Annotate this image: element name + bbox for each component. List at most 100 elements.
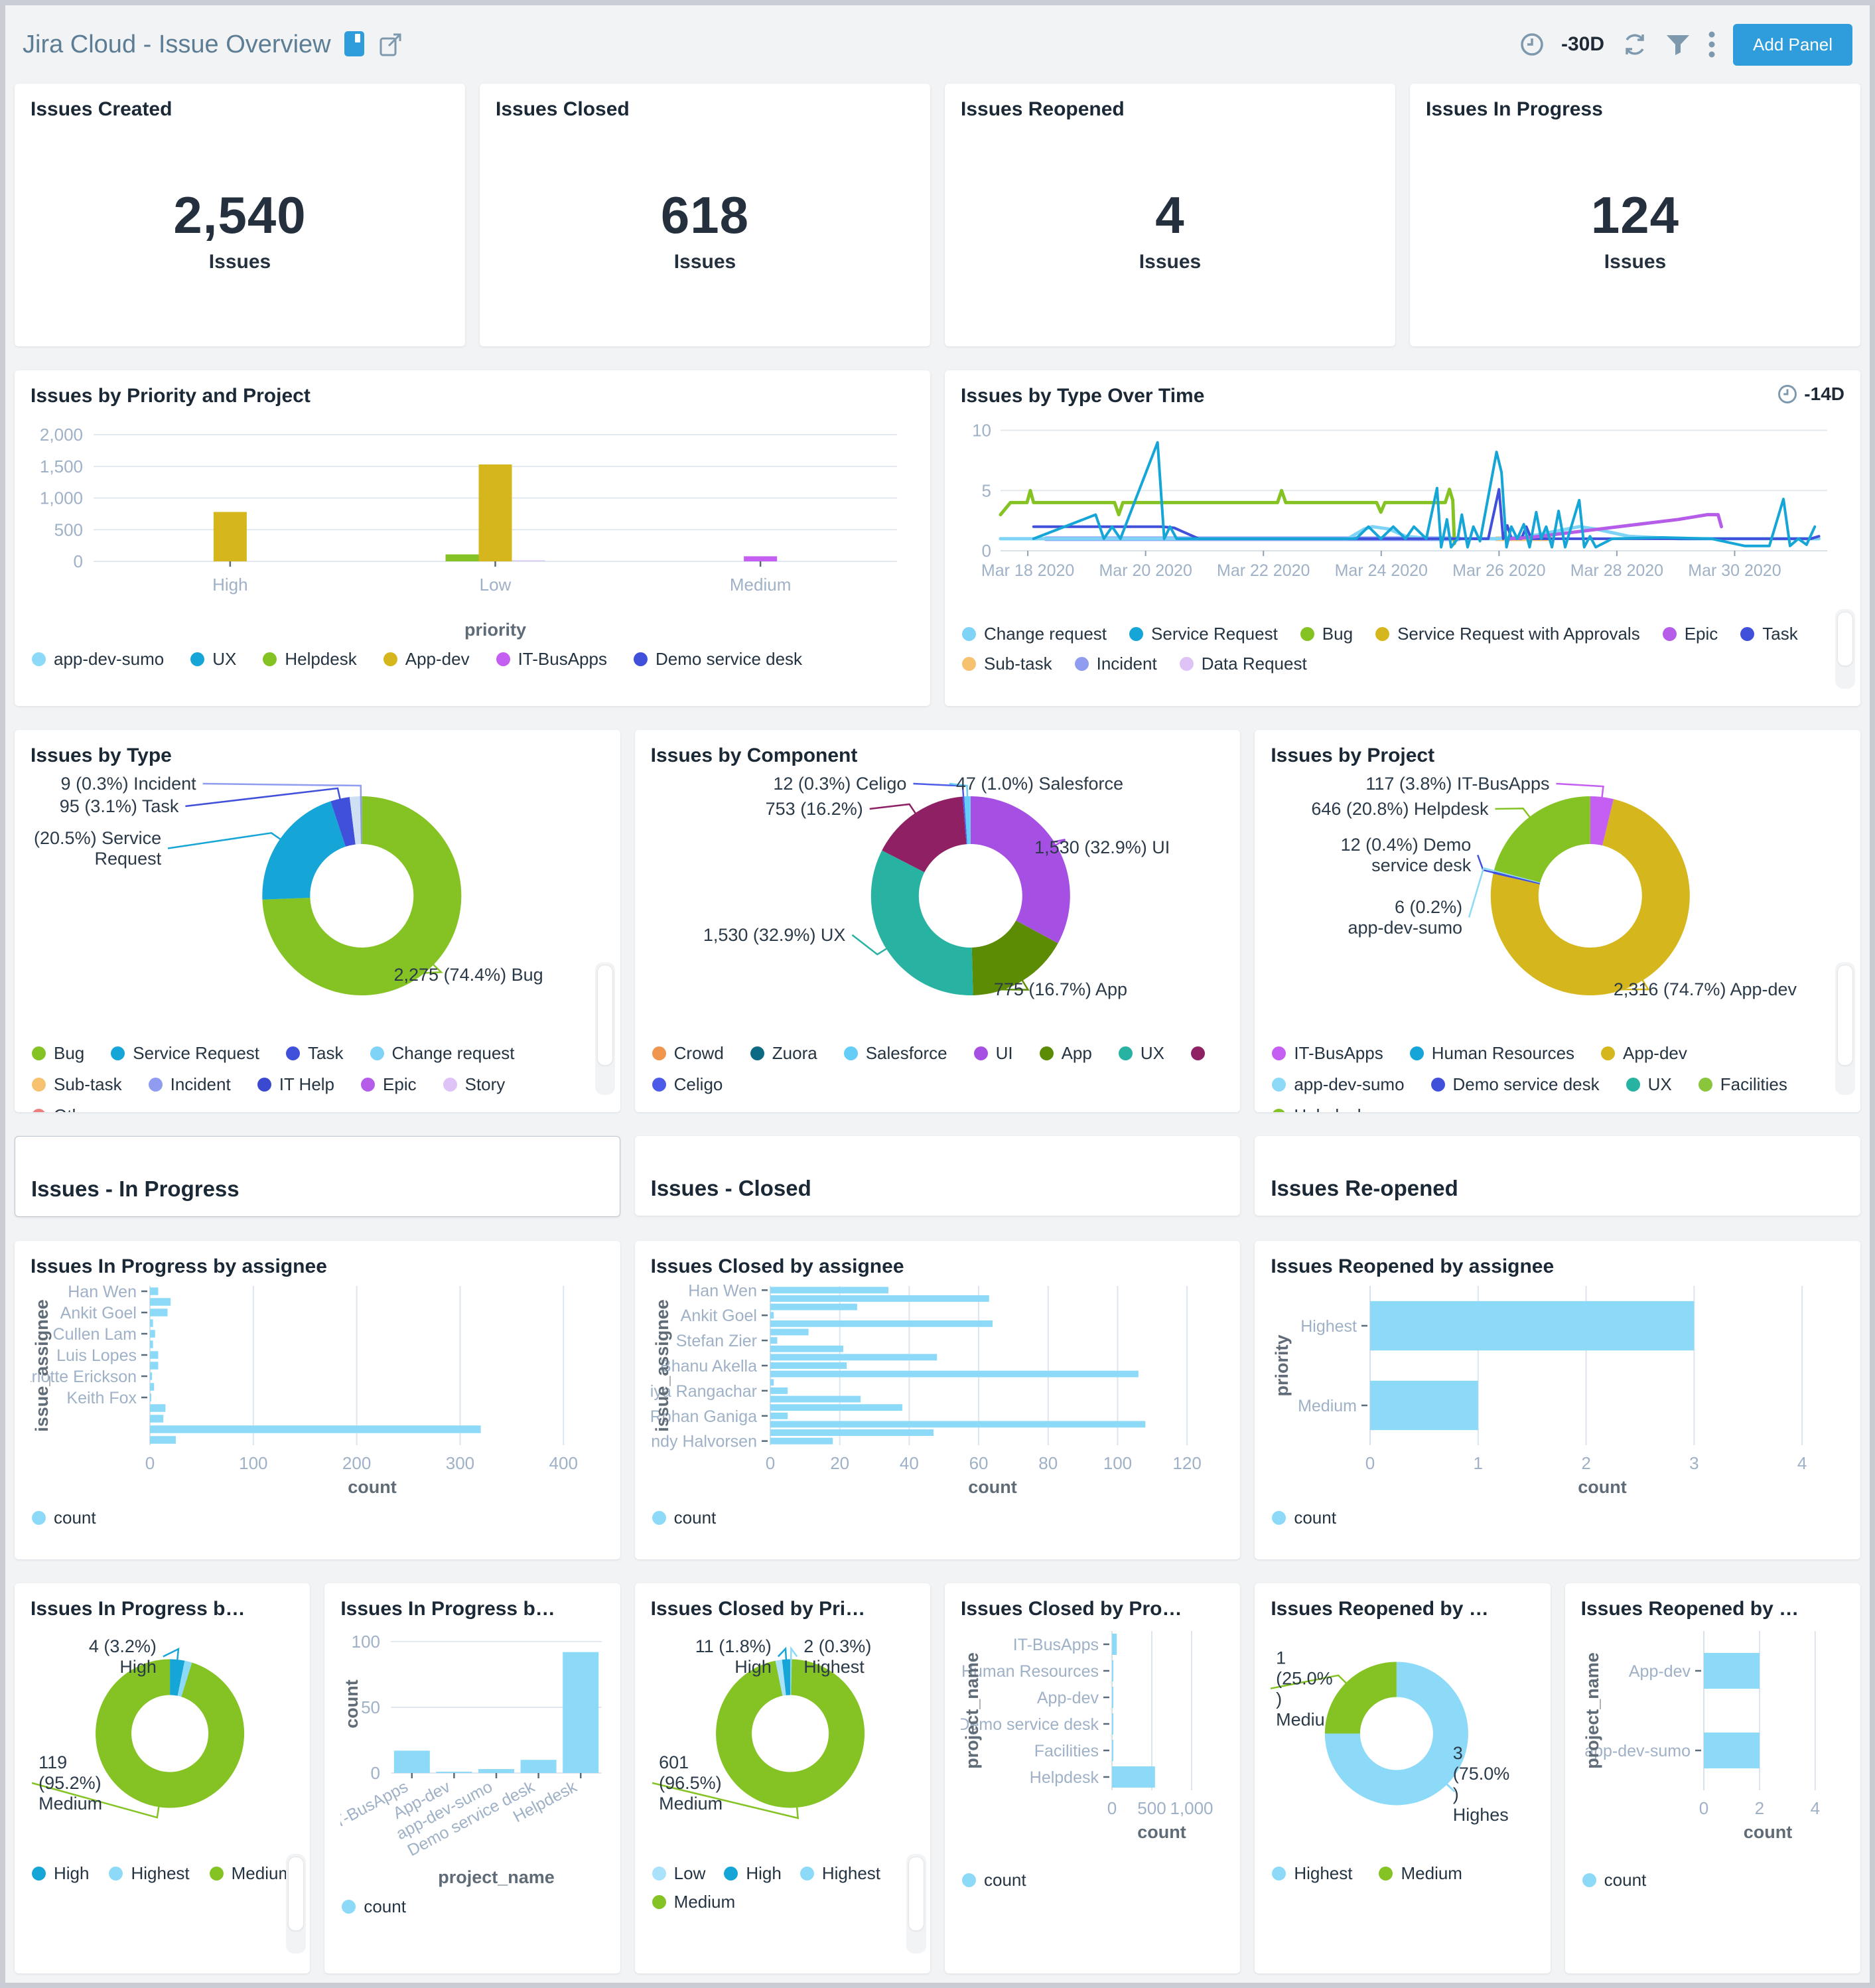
- legend-scrollbar[interactable]: [1835, 962, 1855, 1095]
- stat-card-issues-in-progress[interactable]: Issues In Progress 124 Issues: [1410, 84, 1860, 346]
- legend-scrollbar[interactable]: [286, 1854, 307, 1953]
- section-header-issues-reopened[interactable]: Issues Re-opened: [1255, 1136, 1860, 1216]
- legend-item[interactable]: IT-BusApps: [496, 649, 607, 670]
- legend-item[interactable]: Low: [652, 1863, 705, 1884]
- svg-text:3: 3: [1689, 1453, 1699, 1473]
- priority-project-bar-chart: 0 500 1,000 1,500 2,000 High Low Medium priority: [31, 411, 914, 642]
- legend-item[interactable]: Medium: [652, 1892, 735, 1912]
- legend-item[interactable]: [1190, 1043, 1213, 1064]
- legend-item[interactable]: App: [1039, 1043, 1092, 1064]
- legend-item[interactable]: Zuora: [750, 1043, 817, 1064]
- clock-icon: [1777, 384, 1797, 404]
- legend-item[interactable]: Epic: [1662, 624, 1718, 644]
- legend-item[interactable]: High: [724, 1863, 782, 1884]
- legend-item[interactable]: Facilities: [1698, 1074, 1787, 1095]
- legend-item[interactable]: Highest: [799, 1863, 880, 1884]
- legend-item[interactable]: App-dev: [1601, 1043, 1687, 1064]
- share-icon[interactable]: [379, 32, 404, 57]
- legend-item[interactable]: UX: [1118, 1043, 1164, 1064]
- filter-icon[interactable]: [1665, 33, 1691, 56]
- legend-item[interactable]: Helpdesk: [263, 649, 357, 670]
- chart-legend: count: [1271, 1501, 1844, 1528]
- stat-card-issues-created[interactable]: Issues Created 2,540 Issues: [15, 84, 465, 346]
- stat-unit: Issues: [208, 250, 271, 273]
- legend-item[interactable]: Change request: [962, 624, 1107, 644]
- add-panel-button[interactable]: Add Panel: [1733, 23, 1852, 66]
- svg-text:0: 0: [145, 1453, 155, 1473]
- legend-item[interactable]: Incident: [1074, 654, 1157, 674]
- clock-icon[interactable]: [1520, 33, 1544, 56]
- legend-item[interactable]: Data Request: [1179, 654, 1307, 674]
- legend-item[interactable]: Highest: [1272, 1863, 1352, 1884]
- legend-item[interactable]: Bug: [32, 1043, 84, 1064]
- section-header-issues-closed[interactable]: Issues - Closed: [634, 1136, 1241, 1216]
- legend-item[interactable]: count: [1582, 1870, 1646, 1890]
- svg-text:47 (1.0%) Salesforce: 47 (1.0%) Salesforce: [956, 774, 1123, 794]
- legend-item[interactable]: Service Request with Approvals: [1375, 624, 1640, 644]
- chart-legend: count: [961, 1863, 1224, 1890]
- legend-item[interactable]: Human Resources: [1409, 1043, 1574, 1064]
- svg-text:100: 100: [239, 1453, 267, 1473]
- stat-unit: Issues: [673, 250, 736, 273]
- svg-text:App-dev: App-dev: [1629, 1662, 1691, 1681]
- save-icon[interactable]: [344, 31, 366, 58]
- legend-item[interactable]: High: [32, 1863, 89, 1884]
- legend-item[interactable]: UX: [190, 649, 236, 670]
- legend-item[interactable]: Sub-task: [962, 654, 1052, 674]
- legend-item[interactable]: count: [342, 1896, 406, 1917]
- legend-item[interactable]: Highest: [109, 1863, 190, 1884]
- legend-scrollbar[interactable]: [1835, 609, 1855, 689]
- legend-item[interactable]: Demo service desk: [633, 649, 802, 670]
- legend-item[interactable]: UX: [1626, 1074, 1672, 1095]
- section-header-issues-in-progress[interactable]: Issues - In Progress: [15, 1136, 620, 1217]
- legend-item[interactable]: App-dev: [383, 649, 470, 670]
- legend-item[interactable]: app-dev-sumo: [32, 649, 164, 670]
- stat-card-issues-reopened[interactable]: Issues Reopened 4 Issues: [945, 84, 1395, 346]
- svg-text:95 (3.1%) Task: 95 (3.1%) Task: [60, 796, 179, 816]
- legend-item[interactable]: Sub-task: [32, 1074, 122, 1095]
- svg-text:Ankit Goel: Ankit Goel: [680, 1307, 756, 1325]
- legend-item[interactable]: Medium: [209, 1863, 293, 1884]
- legend-item[interactable]: Bug: [1300, 624, 1353, 644]
- legend-item[interactable]: Epic: [361, 1074, 417, 1095]
- legend-item[interactable]: Others: [32, 1105, 105, 1112]
- legend-item[interactable]: Incident: [148, 1074, 231, 1095]
- svg-text:2,275 (74.4%) Bug: 2,275 (74.4%) Bug: [394, 965, 543, 985]
- legend-item[interactable]: count: [962, 1870, 1026, 1890]
- stat-title: Issues In Progress: [1426, 98, 1603, 120]
- legend-item[interactable]: Change request: [370, 1043, 515, 1064]
- panel-time-range[interactable]: -14D: [1777, 384, 1844, 405]
- panel-title: Issues Closed by Pro…: [961, 1598, 1182, 1620]
- legend-item[interactable]: IT-BusApps: [1272, 1043, 1383, 1064]
- stat-unit: Issues: [1604, 250, 1667, 273]
- legend-item[interactable]: Service Request: [1129, 624, 1278, 644]
- legend-item[interactable]: Celigo: [652, 1074, 723, 1095]
- legend-item[interactable]: UI: [973, 1043, 1013, 1064]
- svg-text:80: 80: [1038, 1453, 1058, 1473]
- legend-item[interactable]: count: [32, 1508, 96, 1528]
- legend-scrollbar[interactable]: [594, 962, 615, 1095]
- type-over-time-line-chart: 0 5 10 Mar 18 2020 Mar 20 2020 Mar 22 2020 Mar…: [961, 411, 1844, 617]
- kebab-menu-icon[interactable]: [1708, 31, 1716, 58]
- refresh-icon[interactable]: [1622, 31, 1648, 58]
- chart-legend: count: [651, 1501, 1225, 1528]
- time-range-value[interactable]: -30D: [1561, 33, 1604, 56]
- legend-item[interactable]: Task: [286, 1043, 344, 1064]
- legend-item[interactable]: Medium: [1379, 1863, 1462, 1884]
- legend-item[interactable]: count: [1272, 1508, 1336, 1528]
- legend-scrollbar[interactable]: [906, 1854, 926, 1953]
- legend-item[interactable]: count: [652, 1508, 716, 1528]
- legend-item[interactable]: Task: [1740, 624, 1798, 644]
- legend-item[interactable]: Helpdesk: [1272, 1105, 1366, 1112]
- legend-item[interactable]: app-dev-sumo: [1272, 1074, 1405, 1095]
- legend-item[interactable]: Salesforce: [843, 1043, 947, 1064]
- legend-item[interactable]: Story: [443, 1074, 505, 1095]
- svg-text:Mar 28 2020: Mar 28 2020: [1570, 561, 1663, 580]
- legend-item[interactable]: Crowd: [652, 1043, 724, 1064]
- stat-card-issues-closed[interactable]: Issues Closed 618 Issues: [480, 84, 930, 346]
- legend-item[interactable]: Service Request: [111, 1043, 259, 1064]
- legend-item[interactable]: Demo service desk: [1430, 1074, 1600, 1095]
- legend-item[interactable]: IT Help: [257, 1074, 334, 1095]
- svg-text:11 (1.8%)High: 11 (1.8%) High: [695, 1636, 771, 1677]
- panel-issues-reopened-by-assignee: Issues Reopened by assignee 0 1 2 3 4 Highest…: [1255, 1241, 1860, 1559]
